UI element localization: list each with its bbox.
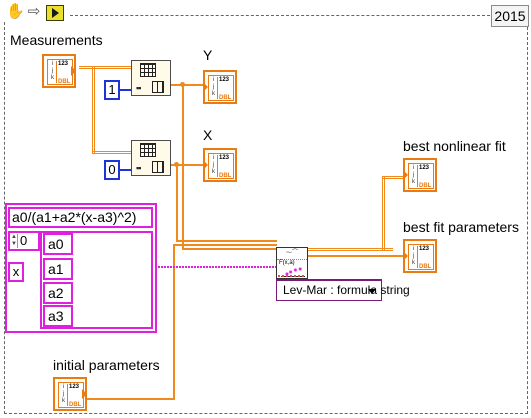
structure-frame-bottom: [4, 413, 528, 414]
index-array-y-node[interactable]: ▪▪: [131, 60, 171, 96]
y-indicator-terminal[interactable]: i j k 123 DBL: [203, 70, 237, 104]
measurements-wire-c: [92, 151, 131, 154]
structure-frame-top: [70, 15, 490, 16]
index-array-x-node[interactable]: ▪▪: [131, 140, 171, 176]
best-fit-parameters-terminal[interactable]: i j k 123 DBL: [403, 239, 437, 273]
index-constant-y[interactable]: 1: [104, 80, 120, 100]
initial-parameters-terminal[interactable]: i j k 123 DBL: [53, 377, 87, 411]
measurements-label: Measurements: [10, 32, 103, 48]
model-cluster-wire: [155, 266, 277, 268]
initial-params-wire: [87, 398, 175, 400]
element-grid-icon: [152, 81, 164, 93]
index-constant-x[interactable]: 0: [104, 160, 120, 180]
x-to-fit-wire: [176, 240, 277, 242]
index-dots-icon: ▪▪: [136, 163, 141, 173]
chevron-down-icon: [368, 289, 376, 294]
best-nonlinear-fit-label: best nonlinear fit: [403, 138, 506, 154]
independent-variable-string[interactable]: x: [8, 262, 24, 282]
y-label: Y: [203, 47, 213, 63]
parameter-a2[interactable]: a2: [43, 282, 73, 304]
nonlinear-curve-fit-vi[interactable]: ⁓⌒ F(x,a): [276, 247, 308, 279]
element-grid-icon: [152, 161, 164, 173]
best-fit-parameters-label: best fit parameters: [403, 219, 519, 235]
x-indicator-terminal[interactable]: i j k 123 DBL: [203, 148, 237, 182]
fit-method-selector[interactable]: Lev-Mar : formula string: [276, 279, 410, 301]
measurements-wire-a: [79, 66, 131, 69]
x-label: X: [203, 127, 213, 143]
x-down-wire: [176, 164, 178, 242]
initial-parameters-label: initial parameters: [53, 357, 160, 373]
array-grid-icon: [140, 63, 156, 77]
initial-params-to-fit-wire: [173, 244, 277, 246]
arrow-icon[interactable]: ⇨: [26, 4, 42, 20]
y-down-wire: [182, 84, 184, 250]
y-out-wire: [171, 84, 204, 86]
y-to-fit-wire: [182, 248, 277, 250]
index-spinner-icon[interactable]: ▲ ▼: [11, 234, 18, 248]
nonlinear-fit-wire: [382, 176, 404, 179]
parameter-a0[interactable]: a0: [43, 233, 73, 255]
best-nonlinear-fit-terminal[interactable]: i j k 123 DBL: [403, 158, 437, 192]
array-grid-icon: [140, 143, 156, 157]
best-params-wire: [308, 255, 404, 257]
measurements-terminal[interactable]: i j k 123 DBL: [42, 54, 76, 88]
version-year-badge: 2015: [491, 5, 529, 27]
formula-string[interactable]: a0/(a1+a2*(x-a3)^2): [8, 207, 153, 228]
fit-method-value: Lev-Mar : formula string: [283, 283, 410, 297]
parameter-a1[interactable]: a1: [43, 258, 73, 280]
parameter-a3[interactable]: a3: [43, 305, 73, 327]
fit-header-icon: ⁓⌒: [277, 248, 307, 260]
hand-icon[interactable]: ✋: [6, 4, 25, 20]
nonlinear-fit-up-wire: [382, 176, 385, 251]
structure-frame-right: [527, 27, 528, 414]
run-icon[interactable]: [46, 5, 64, 21]
array-index-display[interactable]: ▲ ▼ 0: [8, 231, 40, 251]
measurements-wire-b: [92, 66, 95, 154]
fit-out-wire: [308, 248, 393, 251]
index-dots-icon: ▪▪: [136, 83, 141, 93]
